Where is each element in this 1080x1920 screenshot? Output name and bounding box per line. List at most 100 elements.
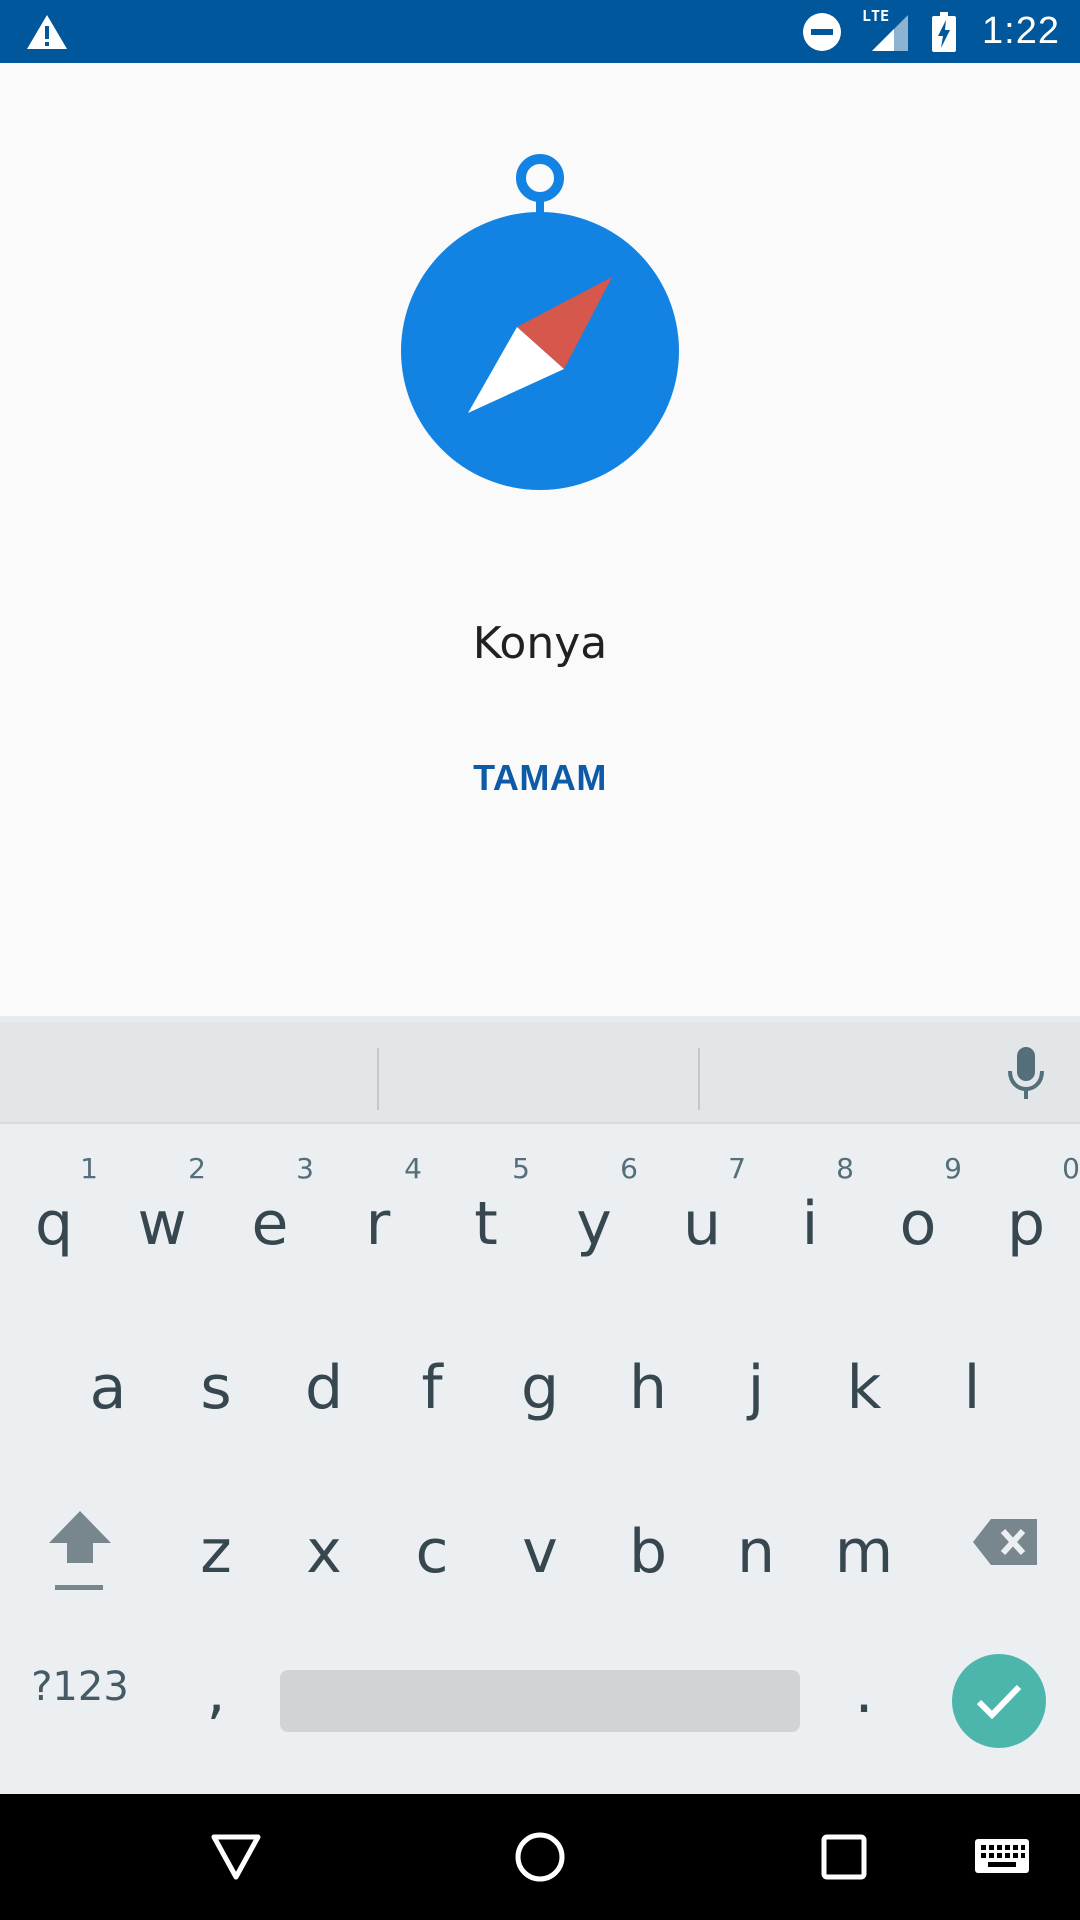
home-button[interactable] bbox=[500, 1822, 580, 1892]
key-label: e bbox=[251, 1189, 289, 1259]
key-j[interactable]: j bbox=[702, 1298, 810, 1458]
key-hint: 9 bbox=[944, 1152, 962, 1185]
key-label: k bbox=[846, 1353, 882, 1423]
key-label: t bbox=[474, 1189, 498, 1259]
key-i[interactable]: 8i bbox=[756, 1134, 864, 1294]
navigation-bar bbox=[0, 1794, 1080, 1920]
do-not-disturb-icon bbox=[802, 12, 842, 52]
key-hint: 6 bbox=[620, 1152, 638, 1185]
suggestion-center[interactable] bbox=[380, 1022, 698, 1122]
key-label: j bbox=[747, 1353, 765, 1423]
key-n[interactable]: n bbox=[702, 1462, 810, 1622]
backspace-icon bbox=[973, 1519, 1037, 1565]
key-c[interactable]: c bbox=[378, 1462, 486, 1622]
voice-input-button[interactable] bbox=[990, 1042, 1062, 1106]
suggestion-left[interactable] bbox=[0, 1022, 378, 1122]
suggestion-strip bbox=[0, 1022, 1080, 1124]
key-hint: 0 bbox=[1062, 1152, 1080, 1185]
key-w[interactable]: 2w bbox=[108, 1134, 216, 1294]
key-t[interactable]: 5t bbox=[432, 1134, 540, 1294]
key-o[interactable]: 9o bbox=[864, 1134, 972, 1294]
key-label: u bbox=[682, 1189, 722, 1259]
key-label: g bbox=[520, 1353, 560, 1423]
shift-key[interactable] bbox=[20, 1462, 140, 1622]
key-label: f bbox=[421, 1353, 443, 1423]
suggestion-divider bbox=[698, 1048, 700, 1110]
symbols-key[interactable]: ?123 bbox=[20, 1622, 140, 1752]
key-label: i bbox=[801, 1189, 819, 1259]
keyboard-switch-button[interactable] bbox=[962, 1822, 1042, 1892]
home-icon bbox=[515, 1832, 565, 1882]
screen: LTE 1:22 Konya TAMAM 1 q 2 w 3 e 4 r 5 t… bbox=[0, 0, 1080, 1920]
microphone-icon bbox=[1008, 1047, 1044, 1099]
shift-icon bbox=[49, 1511, 111, 1590]
key-label: v bbox=[522, 1517, 558, 1587]
back-button[interactable] bbox=[196, 1822, 276, 1892]
city-name: Konya bbox=[472, 618, 608, 669]
back-icon bbox=[211, 1834, 261, 1880]
key-y[interactable]: 6y bbox=[540, 1134, 648, 1294]
key-v[interactable]: v bbox=[486, 1462, 594, 1622]
key-label: s bbox=[200, 1353, 232, 1423]
key-g[interactable]: g bbox=[486, 1298, 594, 1458]
key-label: d bbox=[304, 1353, 344, 1423]
key-label: m bbox=[834, 1517, 894, 1587]
key-label: y bbox=[576, 1189, 612, 1259]
suggestion-divider bbox=[377, 1048, 379, 1110]
ok-button[interactable]: TAMAM bbox=[440, 743, 640, 813]
key-l[interactable]: l bbox=[918, 1298, 1026, 1458]
key-m[interactable]: m bbox=[810, 1462, 918, 1622]
keyboard-switch-icon bbox=[975, 1839, 1029, 1873]
status-time: 1:22 bbox=[982, 10, 1060, 52]
key-label: , bbox=[206, 1657, 226, 1727]
key-label: h bbox=[628, 1353, 668, 1423]
key-label: r bbox=[365, 1189, 391, 1259]
key-hint: 4 bbox=[404, 1152, 422, 1185]
compass-icon bbox=[392, 153, 688, 493]
key-z[interactable]: z bbox=[162, 1462, 270, 1622]
key-label: a bbox=[89, 1353, 127, 1423]
suggestion-right[interactable] bbox=[702, 1022, 982, 1122]
key-f[interactable]: f bbox=[378, 1298, 486, 1458]
key-p[interactable]: 0p bbox=[972, 1134, 1080, 1294]
key-label: o bbox=[899, 1189, 937, 1259]
enter-key[interactable] bbox=[952, 1654, 1046, 1748]
backspace-key[interactable] bbox=[950, 1462, 1060, 1622]
period-key[interactable]: . bbox=[810, 1622, 918, 1752]
comma-key[interactable]: , bbox=[162, 1622, 270, 1752]
key-q[interactable]: 1q bbox=[0, 1134, 108, 1294]
lte-signal-icon: LTE bbox=[862, 7, 910, 53]
recents-button[interactable] bbox=[804, 1822, 884, 1892]
key-label: w bbox=[137, 1189, 187, 1259]
space-key[interactable] bbox=[280, 1670, 800, 1732]
key-label: n bbox=[736, 1517, 776, 1587]
key-e[interactable]: 3e bbox=[216, 1134, 324, 1294]
key-label: b bbox=[628, 1517, 668, 1587]
key-b[interactable]: b bbox=[594, 1462, 702, 1622]
soft-keyboard: 1q 2w 3e 4r 5t 6y 7u 8i 9o 0p a s d f g … bbox=[0, 1016, 1080, 1794]
key-hint: 7 bbox=[728, 1152, 746, 1185]
key-label: z bbox=[200, 1517, 232, 1587]
key-u[interactable]: 7u bbox=[648, 1134, 756, 1294]
key-r[interactable]: 4r bbox=[324, 1134, 432, 1294]
checkmark-icon bbox=[976, 1684, 1022, 1719]
key-a[interactable]: a bbox=[54, 1298, 162, 1458]
key-s[interactable]: s bbox=[162, 1298, 270, 1458]
network-type-label: LTE bbox=[862, 6, 890, 25]
key-k[interactable]: k bbox=[810, 1298, 918, 1458]
key-label: ?123 bbox=[31, 1664, 129, 1710]
key-label: . bbox=[854, 1657, 874, 1727]
status-bar: LTE 1:22 bbox=[0, 0, 1080, 63]
key-h[interactable]: h bbox=[594, 1298, 702, 1458]
key-label: p bbox=[1006, 1189, 1046, 1259]
city-result-dialog: Konya TAMAM bbox=[0, 63, 1080, 1016]
key-hint: 1 bbox=[80, 1152, 98, 1185]
key-label: q bbox=[34, 1189, 74, 1259]
key-x[interactable]: x bbox=[270, 1462, 378, 1622]
key-d[interactable]: d bbox=[270, 1298, 378, 1458]
key-label: c bbox=[415, 1517, 449, 1587]
key-hint: 8 bbox=[836, 1152, 854, 1185]
key-hint: 2 bbox=[188, 1152, 206, 1185]
key-hint: 3 bbox=[296, 1152, 314, 1185]
battery-charging-icon bbox=[932, 11, 957, 52]
